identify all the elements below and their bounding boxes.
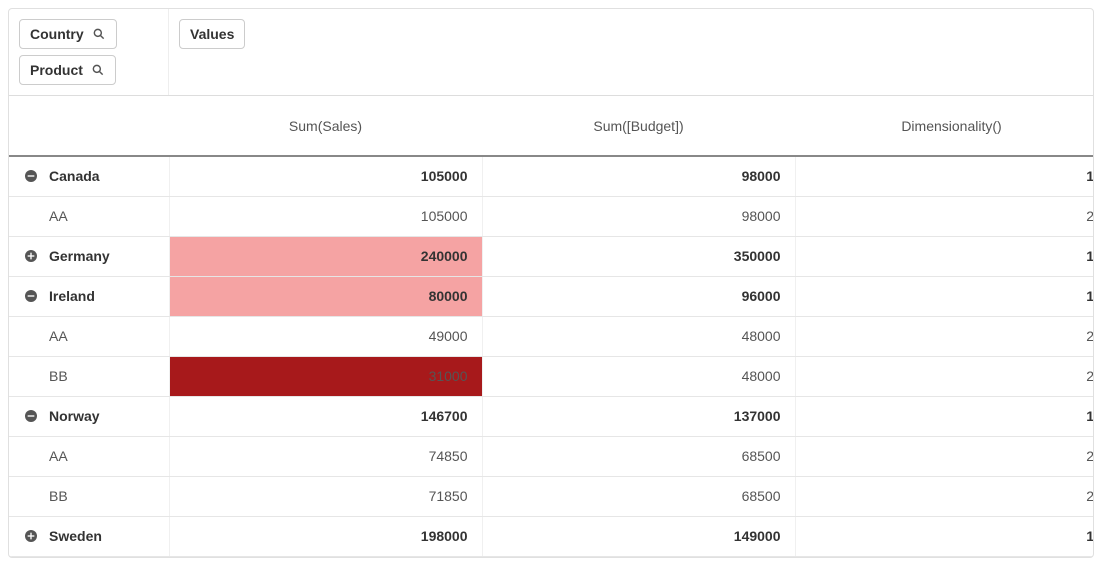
expand-icon[interactable] xyxy=(23,528,39,544)
cell-value[interactable]: 68500 xyxy=(482,436,795,476)
cell-value[interactable]: 2 xyxy=(795,196,1094,236)
cell-value[interactable]: 350000 xyxy=(482,236,795,276)
cell-value[interactable]: 31000 xyxy=(169,356,482,396)
row-header-product[interactable]: AA xyxy=(9,316,169,356)
cell-value[interactable]: 71850 xyxy=(169,476,482,516)
pivot-table-container: Country Product Values xyxy=(8,8,1094,558)
table-row: AA 49000480002 xyxy=(9,316,1094,356)
row-label: Norway xyxy=(49,408,100,424)
collapse-icon[interactable] xyxy=(23,408,39,424)
measure-chip-values[interactable]: Values xyxy=(179,19,245,49)
row-label: BB xyxy=(49,368,68,384)
cell-value[interactable]: 198000 xyxy=(169,516,482,556)
expand-icon[interactable] xyxy=(23,248,39,264)
cell-value[interactable]: 49000 xyxy=(169,316,482,356)
table-row: Sweden 1980001490001 xyxy=(9,516,1094,556)
row-header-product[interactable]: AA xyxy=(9,436,169,476)
column-measures-panel: Values xyxy=(169,9,1093,95)
cell-value[interactable]: 105000 xyxy=(169,196,482,236)
collapse-icon[interactable] xyxy=(23,168,39,184)
dimension-chip-country[interactable]: Country xyxy=(19,19,117,49)
row-label: Canada xyxy=(49,168,100,184)
dimension-chip-product[interactable]: Product xyxy=(19,55,116,85)
row-label: AA xyxy=(49,448,68,464)
cell-value[interactable]: 240000 xyxy=(169,236,482,276)
field-panel: Country Product Values xyxy=(9,9,1093,96)
cell-value[interactable]: 1 xyxy=(795,236,1094,276)
table-row: Germany 2400003500001 xyxy=(9,236,1094,276)
cell-value[interactable]: 105000 xyxy=(169,156,482,196)
column-header[interactable]: Sum(Sales) xyxy=(169,96,482,156)
cell-value[interactable]: 1 xyxy=(795,276,1094,316)
search-icon xyxy=(92,27,106,41)
chip-label: Country xyxy=(30,26,84,42)
table-row: Ireland 80000960001 xyxy=(9,276,1094,316)
chip-label: Values xyxy=(190,26,234,42)
row-header-product[interactable]: BB xyxy=(9,476,169,516)
collapse-icon[interactable] xyxy=(23,288,39,304)
search-icon xyxy=(91,63,105,77)
cell-value[interactable]: 1 xyxy=(795,516,1094,556)
cell-value[interactable]: 98000 xyxy=(482,156,795,196)
chip-label: Product xyxy=(30,62,83,78)
row-label: AA xyxy=(49,328,68,344)
table-row: AA 105000980002 xyxy=(9,196,1094,236)
row-header-product[interactable]: AA xyxy=(9,196,169,236)
row-header-country[interactable]: Canada xyxy=(9,156,169,196)
cell-value[interactable]: 48000 xyxy=(482,356,795,396)
cell-value[interactable]: 137000 xyxy=(482,396,795,436)
pivot-table: Sum(Sales) Sum([Budget]) Dimensionality(… xyxy=(9,96,1094,557)
header-blank xyxy=(9,96,169,156)
cell-value[interactable]: 98000 xyxy=(482,196,795,236)
cell-value[interactable]: 2 xyxy=(795,356,1094,396)
row-header-country[interactable]: Ireland xyxy=(9,276,169,316)
table-row: BB 31000480002 xyxy=(9,356,1094,396)
cell-value[interactable]: 74850 xyxy=(169,436,482,476)
cell-value[interactable]: 68500 xyxy=(482,476,795,516)
cell-value[interactable]: 146700 xyxy=(169,396,482,436)
row-header-country[interactable]: Germany xyxy=(9,236,169,276)
row-label: Sweden xyxy=(49,528,102,544)
cell-value[interactable]: 96000 xyxy=(482,276,795,316)
column-header[interactable]: Sum([Budget]) xyxy=(482,96,795,156)
row-header-country[interactable]: Sweden xyxy=(9,516,169,556)
column-header[interactable]: Dimensionality() xyxy=(795,96,1094,156)
row-label: BB xyxy=(49,488,68,504)
row-label: Germany xyxy=(49,248,110,264)
row-header-product[interactable]: BB xyxy=(9,356,169,396)
row-dimensions-panel: Country Product xyxy=(9,9,169,95)
table-row: AA 74850685002 xyxy=(9,436,1094,476)
cell-value[interactable]: 2 xyxy=(795,436,1094,476)
row-label: AA xyxy=(49,208,68,224)
row-header-country[interactable]: Norway xyxy=(9,396,169,436)
table-row: Norway 1467001370001 xyxy=(9,396,1094,436)
table-row: Canada 105000980001 xyxy=(9,156,1094,196)
row-label: Ireland xyxy=(49,288,95,304)
cell-value[interactable]: 1 xyxy=(795,396,1094,436)
header-row: Sum(Sales) Sum([Budget]) Dimensionality(… xyxy=(9,96,1094,156)
cell-value[interactable]: 80000 xyxy=(169,276,482,316)
cell-value[interactable]: 1 xyxy=(795,156,1094,196)
table-row: BB 71850685002 xyxy=(9,476,1094,516)
cell-value[interactable]: 2 xyxy=(795,476,1094,516)
cell-value[interactable]: 2 xyxy=(795,316,1094,356)
cell-value[interactable]: 149000 xyxy=(482,516,795,556)
cell-value[interactable]: 48000 xyxy=(482,316,795,356)
